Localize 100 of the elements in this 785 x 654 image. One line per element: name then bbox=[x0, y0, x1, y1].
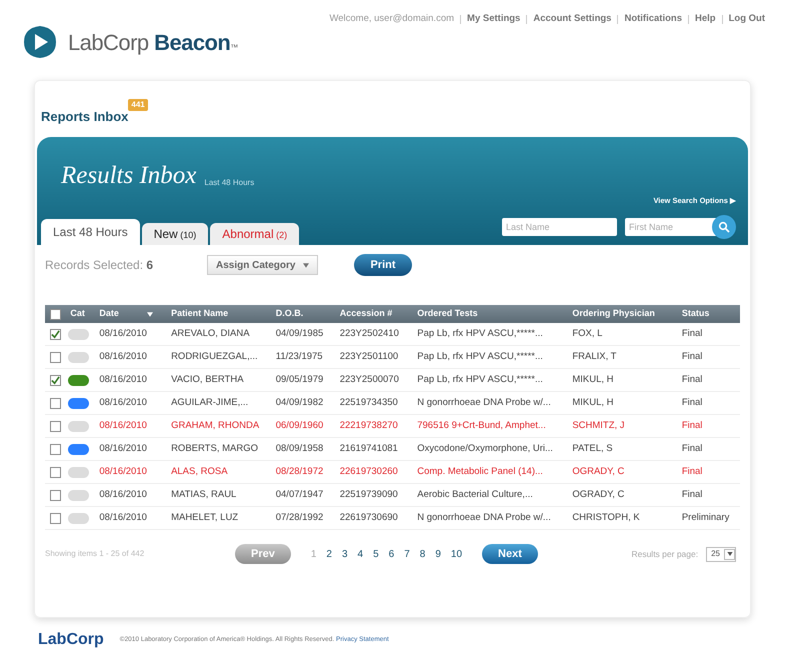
last-name-field[interactable]: Last Name bbox=[502, 218, 617, 236]
nav-link[interactable]: Notifications bbox=[624, 12, 682, 26]
table-row[interactable]: 08/16/2010 VACIO, BERTHA 09/05/1979 223Y2500070 Pap Lb, rfx HPV ASCU,*****... MIKUL, H Final bbox=[45, 369, 740, 392]
table-cell-text: 22519734350 bbox=[340, 396, 399, 410]
welcome-text: Welcome, user@domain.com bbox=[329, 12, 454, 26]
table-cell-text: 07/28/1992 bbox=[276, 510, 324, 525]
search-icon bbox=[718, 221, 730, 233]
table-cell-text: Pap Lb, rfx HPV ASCU,*****... bbox=[417, 350, 544, 364]
page-link[interactable]: 4 bbox=[358, 546, 364, 562]
column-header[interactable]: Status bbox=[682, 307, 710, 321]
table-row[interactable]: 08/16/2010 ALAS, ROSA 08/28/1972 22619730260 Comp. Metabolic Panel (14)... OGRADY, C Final bbox=[45, 461, 740, 484]
checkbox[interactable] bbox=[50, 352, 62, 362]
page-link[interactable]: 2 bbox=[326, 546, 332, 562]
print-button[interactable]: Print bbox=[354, 254, 412, 276]
table-cell-text: Aerobic Bacterial Culture,... bbox=[417, 488, 534, 502]
tab[interactable]: New (10) bbox=[142, 223, 208, 245]
checkbox[interactable] bbox=[50, 308, 62, 320]
page-link[interactable]: 7 bbox=[404, 546, 410, 562]
table-cell-text: 08/16/2010 bbox=[99, 442, 148, 456]
nav-link[interactable]: Help bbox=[695, 12, 716, 26]
tab[interactable]: Abnormal (2) bbox=[210, 223, 300, 245]
table-cell-text: MIKUL, H bbox=[572, 372, 614, 387]
page-link[interactable]: 3 bbox=[342, 546, 348, 562]
table-cell-text: Final bbox=[682, 326, 704, 341]
table-row[interactable]: 08/16/2010 AREVALO, DIANA 04/09/1985 223Y2502410 Pap Lb, rfx HPV ASCU,*****... FOX, L Final bbox=[45, 323, 740, 346]
table-cell-text: CHRISTOPH, K bbox=[572, 510, 641, 525]
table-cell-text: 08/16/2010 bbox=[99, 326, 148, 341]
table-row[interactable]: 08/16/2010 MATIAS, RAUL 04/07/1947 22519739090 Aerobic Bacterial Culture,... OGRADY, C Final bbox=[45, 484, 740, 507]
column-header[interactable]: Cat bbox=[70, 308, 85, 318]
column-header[interactable]: Date bbox=[99, 307, 119, 321]
banner-subtitle: Last 48 Hours bbox=[204, 176, 254, 188]
nav-link[interactable]: Log Out bbox=[728, 12, 765, 26]
count-badge: 441 bbox=[128, 99, 148, 111]
table-cell-text: 22219738270 bbox=[340, 418, 399, 433]
page-title: Reports Inbox bbox=[41, 108, 128, 126]
column-header[interactable]: Ordering Physician bbox=[572, 307, 655, 321]
table-cell-text: 06/09/1960 bbox=[276, 418, 324, 433]
table-cell-text: 08/16/2010 bbox=[99, 396, 148, 410]
table-cell-text: 08/16/2010 bbox=[99, 464, 148, 479]
nav-link[interactable]: Account Settings bbox=[533, 12, 612, 26]
records-selected-text: Records Selected: 6 bbox=[45, 257, 154, 274]
table-cell-text: OGRADY, C bbox=[572, 464, 626, 479]
table-row[interactable]: 08/16/2010 ROBERTS, MARGO 08/09/1958 21619741081 Oxycodone/Oxymorphone, Uri... PATEL, S Final bbox=[45, 438, 740, 461]
assign-category-dropdown[interactable]: Assign Category bbox=[207, 255, 318, 275]
column-header[interactable]: Patient Name bbox=[171, 307, 228, 321]
column-header[interactable]: Ordered Tests bbox=[417, 307, 478, 321]
caret-icon bbox=[724, 548, 735, 560]
tab[interactable]: Last 48 Hours bbox=[41, 219, 140, 245]
table-cell-text: 22619730690 bbox=[340, 510, 399, 525]
table-cell-text: 09/05/1979 bbox=[276, 372, 324, 387]
table-cell-text: Pap Lb, rfx HPV ASCU,*****... bbox=[417, 326, 544, 341]
table-cell-text: VACIO, BERTHA bbox=[171, 372, 245, 387]
caret-icon bbox=[303, 262, 310, 268]
page-link[interactable]: 9 bbox=[435, 546, 441, 562]
table-cell-text: 08/16/2010 bbox=[99, 418, 148, 433]
banner-title: Results Inbox bbox=[61, 161, 196, 191]
table-cell-text: Final bbox=[682, 418, 704, 433]
checkbox[interactable] bbox=[50, 328, 62, 340]
per-page-dropdown[interactable]: 25 bbox=[706, 546, 736, 562]
table-row[interactable]: 08/16/2010 MAHELET, LUZ 07/28/1992 22619730690 N gonorrhoeae DNA Probe w/... CHRISTOPH, K Preliminary bbox=[45, 507, 740, 530]
page-link[interactable]: 8 bbox=[420, 546, 426, 562]
table-cell-text: 04/07/1947 bbox=[276, 488, 324, 502]
page-link[interactable]: 6 bbox=[388, 546, 394, 562]
table-cell-text: 223Y2502410 bbox=[340, 326, 400, 341]
page-link[interactable]: 10 bbox=[450, 546, 462, 562]
table-cell-text: ROBERTS, MARGO bbox=[171, 442, 259, 456]
checkbox[interactable] bbox=[50, 444, 62, 454]
checkbox[interactable] bbox=[50, 466, 62, 478]
table-row[interactable]: 08/16/2010 GRAHAM, RHONDA 06/09/1960 22219738270 796516 9+Crt-Bund, Amphet... SCHMITZ, J Final bbox=[45, 415, 740, 438]
nav-link[interactable]: My Settings bbox=[467, 12, 520, 26]
table-cell-text: FRALIX, T bbox=[572, 350, 618, 364]
checkbox[interactable] bbox=[50, 420, 62, 432]
page-link[interactable]: 5 bbox=[373, 546, 379, 562]
checkbox[interactable] bbox=[50, 490, 62, 500]
table-cell-text: RODRIGUEZGAL,... bbox=[171, 350, 259, 364]
table-cell-text: PATEL, S bbox=[572, 442, 614, 456]
table-cell-text: FOX, L bbox=[572, 326, 604, 341]
column-header[interactable]: D.O.B. bbox=[276, 307, 304, 321]
table-row[interactable]: 08/16/2010 AGUILAR-JIME,... 04/09/1982 22519734350 N gonorrhoeae DNA Probe w/... MIKUL, H Final bbox=[45, 392, 740, 415]
table-cell-text: MIKUL, H bbox=[572, 396, 614, 410]
table-cell-text: 796516 9+Crt-Bund, Amphet... bbox=[417, 418, 547, 433]
table-row[interactable]: 08/16/2010 RODRIGUEZGAL,... 11/23/1975 223Y2501100 Pap Lb, rfx HPV ASCU,*****... FRALIX, T Final bbox=[45, 346, 740, 369]
checkbox[interactable] bbox=[50, 374, 62, 386]
next-button[interactable]: Next bbox=[482, 544, 538, 564]
checkbox[interactable] bbox=[50, 398, 62, 408]
showing-text: Showing items 1 - 25 of 442 bbox=[45, 548, 146, 560]
table-cell-text: Final bbox=[682, 488, 704, 502]
table-cell-text: MAHELET, LUZ bbox=[171, 510, 240, 525]
table-cell-text: Final bbox=[682, 396, 704, 410]
table-cell-text: 22619730260 bbox=[340, 464, 399, 479]
table-cell-text: MATIAS, RAUL bbox=[171, 488, 238, 502]
checkbox[interactable] bbox=[50, 512, 62, 524]
sort-icon bbox=[146, 312, 153, 316]
table-cell-text: Final bbox=[682, 464, 704, 479]
table-cell-text: Pap Lb, rfx HPV ASCU,*****... bbox=[417, 372, 544, 387]
table-cell-text: Final bbox=[682, 372, 704, 387]
column-header[interactable]: Accession # bbox=[340, 307, 392, 321]
table-cell-text: 08/16/2010 bbox=[99, 488, 148, 502]
table-cell-text: Oxycodone/Oxymorphone, Uri... bbox=[417, 442, 554, 456]
table-cell-text: 223Y2501100 bbox=[340, 350, 400, 364]
